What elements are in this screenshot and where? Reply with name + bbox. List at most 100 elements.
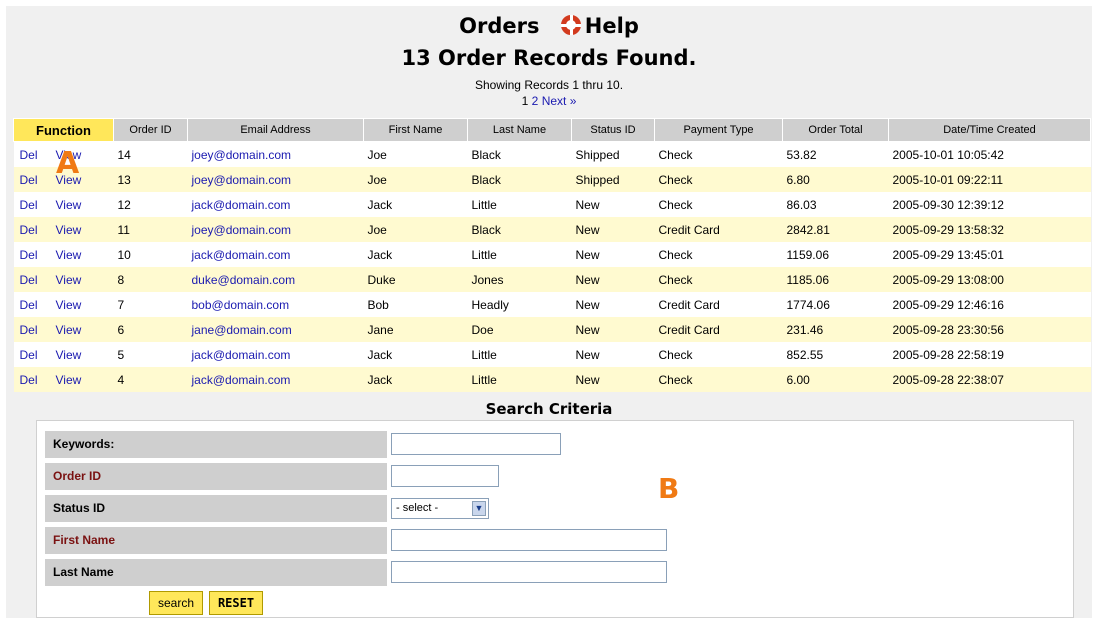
payment-type-cell: Credit Card [654, 292, 783, 317]
orders-table: Function Order ID Email Address First Na… [13, 118, 1091, 392]
table-row: Del View 10 jack@domain.com Jack Little New Che… [13, 242, 1091, 267]
search-button[interactable]: search [149, 591, 203, 615]
payment-type-cell: Check [654, 242, 783, 267]
email-link[interactable]: jack@domain.com [192, 373, 291, 387]
table-row: Del View 5 jack@domain.com Jack Little New Chec… [13, 342, 1091, 367]
email-link[interactable]: jane@domain.com [192, 323, 292, 337]
email-link[interactable]: duke@domain.com [192, 273, 296, 287]
column-header-email[interactable]: Email Address [187, 118, 364, 142]
last-name-cell: Black [467, 141, 572, 167]
email-link[interactable]: bob@domain.com [192, 298, 290, 312]
email-link[interactable]: jack@domain.com [192, 198, 291, 212]
view-link[interactable]: View [56, 373, 82, 387]
order-id-cell: 12 [113, 192, 188, 217]
delete-link[interactable]: Del [20, 273, 38, 287]
status-cell: Shipped [571, 167, 655, 192]
view-link[interactable]: View [56, 348, 82, 362]
view-link[interactable]: View [56, 248, 82, 262]
status-cell: New [571, 292, 655, 317]
order-id-cell: 14 [113, 141, 188, 167]
first-name-cell: Jack [363, 242, 468, 267]
view-link[interactable]: View [56, 198, 82, 212]
last-name-cell: Little [467, 192, 572, 217]
column-header-first-name[interactable]: First Name [363, 118, 468, 142]
delete-link[interactable]: Del [20, 148, 38, 162]
created-cell: 2005-09-29 13:08:00 [888, 267, 1091, 292]
first-name-cell: Jack [363, 192, 468, 217]
created-cell: 2005-10-01 09:22:11 [888, 167, 1091, 192]
created-cell: 2005-09-28 22:58:19 [888, 342, 1091, 367]
table-row: Del View 14 joey@domain.com Joe Black Shipped C… [13, 141, 1091, 167]
email-cell: jack@domain.com [187, 242, 364, 267]
delete-link[interactable]: Del [20, 198, 38, 212]
table-row: Del View 8 duke@domain.com Duke Jones New Check… [13, 267, 1091, 292]
column-header-order-id[interactable]: Order ID [113, 118, 188, 142]
created-cell: 2005-10-01 10:05:42 [888, 141, 1091, 167]
last-name-input[interactable] [391, 561, 667, 583]
column-header-status-id[interactable]: Status ID [571, 118, 655, 142]
delete-link[interactable]: Del [20, 223, 38, 237]
payment-type-cell: Check [654, 192, 783, 217]
page-frame: Orders Help 13 Order Records Found. Show… [6, 6, 1092, 618]
email-cell: joey@domain.com [187, 167, 364, 192]
status-cell: Shipped [571, 141, 655, 167]
delete-link[interactable]: Del [20, 373, 38, 387]
view-link[interactable]: View [56, 223, 82, 237]
delete-link[interactable]: Del [20, 298, 38, 312]
column-header-function: Function [13, 118, 114, 142]
page-heading: Orders Help [6, 14, 1092, 38]
last-name-cell: Little [467, 367, 572, 392]
order-total-cell: 2842.81 [782, 217, 889, 242]
created-cell: 2005-09-28 23:30:56 [888, 317, 1091, 342]
order-total-cell: 231.46 [782, 317, 889, 342]
table-row: Del View 13 joey@domain.com Joe Black Shipped C… [13, 167, 1091, 192]
view-link[interactable]: View [56, 273, 82, 287]
column-header-created[interactable]: Date/Time Created [888, 118, 1091, 142]
email-cell: bob@domain.com [187, 292, 364, 317]
email-link[interactable]: jack@domain.com [192, 248, 291, 262]
column-header-last-name[interactable]: Last Name [467, 118, 572, 142]
keywords-input[interactable] [391, 433, 561, 455]
function-cell: Del View [13, 192, 114, 217]
status-cell: New [571, 217, 655, 242]
order-total-cell: 852.55 [782, 342, 889, 367]
reset-button[interactable]: RESET [209, 591, 263, 615]
function-cell: Del View [13, 267, 114, 292]
email-cell: joey@domain.com [187, 217, 364, 242]
first-name-cell: Joe [363, 167, 468, 192]
status-id-select[interactable]: - select - ▼ [391, 498, 489, 519]
delete-link[interactable]: Del [20, 348, 38, 362]
status-cell: New [571, 192, 655, 217]
table-row: Del View 6 jane@domain.com Jane Doe New Credit … [13, 317, 1091, 342]
help-label[interactable]: Help [585, 14, 639, 38]
last-name-cell: Little [467, 242, 572, 267]
next-page-link[interactable]: Next » [542, 94, 577, 108]
page-title: Orders [459, 14, 540, 38]
first-name-cell: Duke [363, 267, 468, 292]
page-2-link[interactable]: 2 [532, 94, 539, 108]
first-name-input[interactable] [391, 529, 667, 551]
delete-link[interactable]: Del [20, 248, 38, 262]
email-link[interactable]: joey@domain.com [192, 173, 292, 187]
view-link[interactable]: View [56, 323, 82, 337]
last-name-cell: Black [467, 217, 572, 242]
view-link[interactable]: View [56, 298, 82, 312]
delete-link[interactable]: Del [20, 323, 38, 337]
payment-type-cell: Check [654, 367, 783, 392]
email-link[interactable]: jack@domain.com [192, 348, 291, 362]
showing-records: Showing Records 1 thru 10. [474, 78, 624, 92]
created-cell: 2005-09-29 13:58:32 [888, 217, 1091, 242]
email-link[interactable]: joey@domain.com [192, 148, 292, 162]
chevron-down-icon[interactable]: ▼ [472, 501, 486, 516]
delete-link[interactable]: Del [20, 173, 38, 187]
column-header-order-total[interactable]: Order Total [782, 118, 889, 142]
table-row: Del View 7 bob@domain.com Bob Headly New Credit… [13, 292, 1091, 317]
payment-type-cell: Check [654, 141, 783, 167]
help-link[interactable]: Help [560, 14, 639, 38]
payment-type-cell: Check [654, 342, 783, 367]
annotation-marker-a: A [56, 146, 80, 181]
email-link[interactable]: joey@domain.com [192, 223, 292, 237]
lifebuoy-help-icon[interactable] [560, 15, 581, 35]
column-header-payment-type[interactable]: Payment Type [654, 118, 783, 142]
order-id-input[interactable] [391, 465, 499, 487]
